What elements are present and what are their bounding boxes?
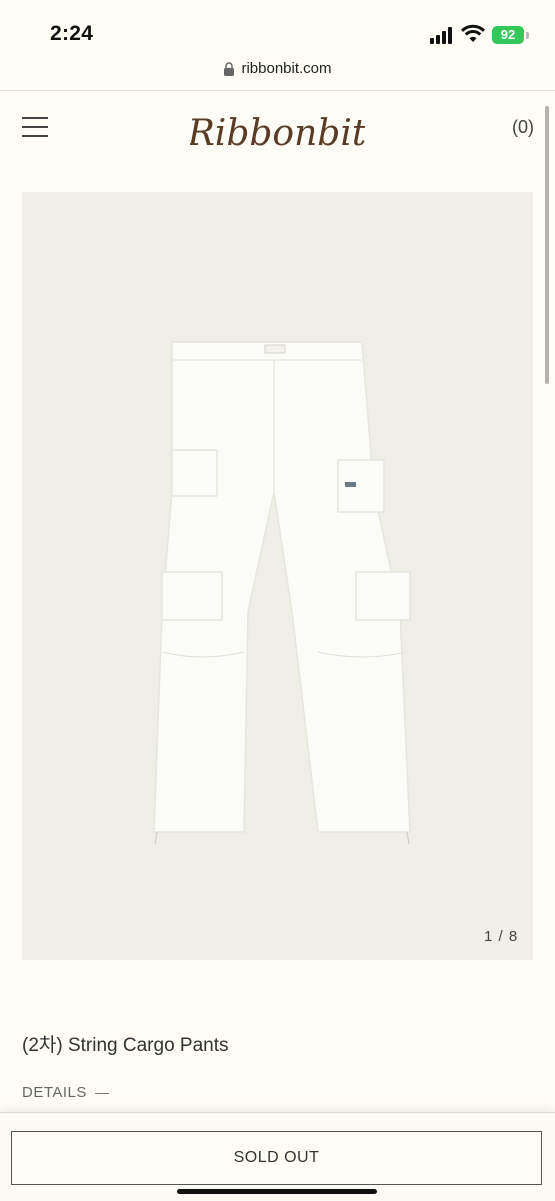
lock-icon [224, 61, 235, 76]
bottom-action-bar: SOLD OUT [0, 1112, 555, 1201]
product-image [153, 341, 411, 845]
collapse-dash-icon [94, 1092, 109, 1094]
battery-tip [526, 32, 529, 39]
url-text: ribbonbit.com [241, 60, 332, 77]
brand-logo-text: Ribbonbit [190, 113, 365, 154]
status-bar: 2:24 92 [0, 0, 555, 56]
cellular-signal-icon [430, 26, 456, 44]
brand-logo[interactable]: Ribbonbit [190, 99, 365, 159]
product-title: (2차) String Cargo Pants [22, 1035, 229, 1056]
hamburger-menu-icon[interactable] [22, 117, 48, 137]
address-bar[interactable]: ribbonbit.com [0, 56, 555, 90]
cart-count[interactable]: (0) [512, 117, 534, 138]
image-counter: 1 / 8 [484, 928, 519, 945]
battery-icon: 92 [492, 26, 524, 44]
page-scrollbar[interactable] [545, 106, 549, 384]
details-label: DETAILS [22, 1084, 87, 1101]
status-time: 2:24 [50, 22, 94, 45]
site-header: Ribbonbit (0) [0, 91, 555, 171]
product-image-gallery[interactable]: 1 / 8 [22, 192, 533, 960]
wifi-icon [460, 24, 486, 42]
home-indicator[interactable] [177, 1189, 377, 1194]
details-toggle[interactable]: DETAILS [22, 1084, 109, 1101]
sold-out-button[interactable]: SOLD OUT [11, 1131, 542, 1185]
